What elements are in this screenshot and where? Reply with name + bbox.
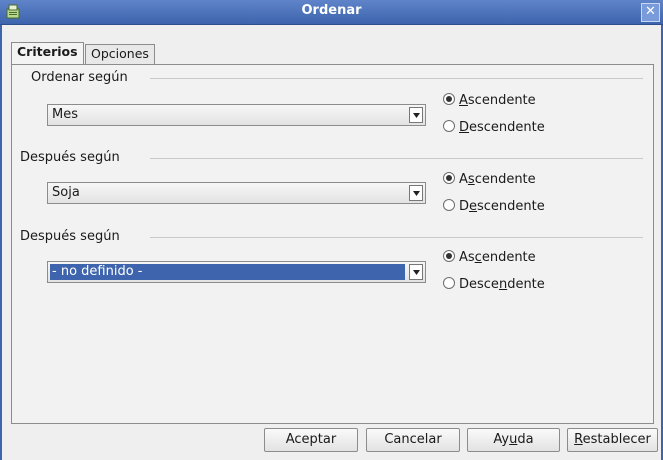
section-1-divider: [150, 78, 643, 79]
close-icon[interactable]: ✕: [641, 3, 660, 22]
window-title: Ordenar: [301, 3, 362, 18]
sort-1-descending-radio[interactable]: Descendente: [443, 120, 545, 138]
dropdown-arrow-icon[interactable]: [409, 264, 423, 280]
radio-unselected-icon: [443, 120, 455, 132]
section-3-divider: [150, 237, 643, 238]
section-2-label: Después según: [20, 150, 126, 165]
reset-button[interactable]: Restablecer: [567, 428, 658, 452]
combo-value: Soja: [52, 185, 80, 200]
combo-value: - no definido -: [50, 264, 405, 280]
radio-selected-icon: [443, 250, 455, 262]
radio-selected-icon: [443, 93, 455, 105]
tab-criterios[interactable]: Criterios: [11, 42, 84, 64]
sort-2-descending-radio[interactable]: Descendente: [443, 199, 545, 217]
help-button[interactable]: Ayuda: [467, 428, 560, 452]
section-3-label: Después según: [20, 229, 126, 244]
sort-1-ascending-radio[interactable]: Ascendente: [443, 93, 536, 111]
tab-opciones[interactable]: Opciones: [85, 44, 155, 64]
sort-key-3-combo[interactable]: - no definido -: [47, 261, 426, 283]
radio-unselected-icon: [443, 199, 455, 211]
sort-3-ascending-radio[interactable]: Ascendente: [443, 250, 536, 268]
combo-value: Mes: [52, 107, 78, 122]
sort-key-2-combo[interactable]: Soja: [47, 182, 426, 204]
radio-unselected-icon: [443, 277, 455, 289]
section-2-divider: [150, 158, 643, 159]
cancel-button[interactable]: Cancelar: [366, 428, 460, 452]
dropdown-arrow-icon[interactable]: [409, 107, 423, 123]
ok-button[interactable]: Aceptar: [264, 428, 358, 452]
sort-key-1-combo[interactable]: Mes: [47, 104, 426, 126]
radio-selected-icon: [443, 172, 455, 184]
title-bar[interactable]: Ordenar ✕: [0, 0, 663, 25]
sort-2-ascending-radio[interactable]: Ascendente: [443, 172, 536, 190]
section-1-label: Ordenar según: [31, 70, 134, 85]
dropdown-arrow-icon[interactable]: [409, 185, 423, 201]
window-left-border: [0, 24, 2, 460]
sort-3-descending-radio[interactable]: Descendente: [443, 277, 545, 295]
